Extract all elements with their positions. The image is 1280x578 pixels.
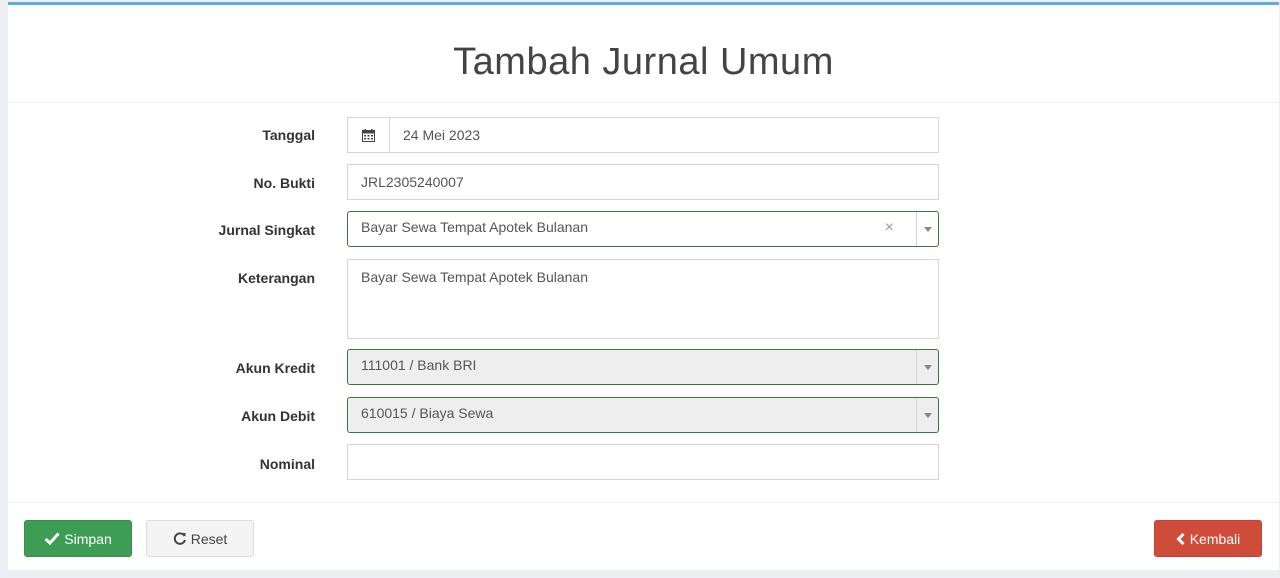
calendar-icon[interactable]	[348, 118, 390, 152]
nominal-label: Nominal	[259, 456, 315, 472]
dropdown-arrow-icon[interactable]	[916, 350, 938, 384]
simpan-label: Simpan	[64, 530, 112, 547]
akun-debit-value: 610015 / Biaya Sewa	[361, 405, 494, 421]
reset-label: Reset	[190, 530, 228, 547]
keterangan-textarea[interactable]: Bayar Sewa Tempat Apotek Bulanan	[347, 259, 939, 339]
page-title: Tambah Jurnal Umum	[453, 41, 834, 83]
jurnal-singkat-label: Jurnal Singkat	[218, 222, 315, 238]
akun-debit-label: Akun Debit	[241, 408, 315, 424]
header-divider	[8, 102, 1279, 103]
footer-divider	[8, 502, 1279, 503]
akun-kredit-select[interactable]: 111001 / Bank BRI	[347, 349, 939, 385]
refresh-icon	[173, 531, 186, 545]
akun-kredit-value: 111001 / Bank BRI	[361, 357, 477, 373]
no-bukti-field[interactable]: JRL2305240007	[347, 164, 939, 200]
nominal-input[interactable]	[347, 444, 939, 480]
dropdown-arrow-icon[interactable]	[916, 398, 938, 432]
tanggal-value: 24 Mei 2023	[403, 127, 481, 143]
jurnal-singkat-select[interactable]: Bayar Sewa Tempat Apotek Bulanan ×	[347, 211, 939, 247]
no-bukti-label: No. Bukti	[253, 175, 315, 191]
check-icon	[44, 532, 60, 545]
tanggal-label: Tanggal	[262, 127, 315, 143]
chevron-left-icon	[1176, 532, 1185, 545]
form-panel: Tambah Jurnal Umum Tanggal 24 Mei 2023 N…	[8, 2, 1279, 570]
kembali-label: Kembali	[1189, 530, 1241, 547]
dropdown-arrow-icon[interactable]	[916, 212, 938, 246]
keterangan-label: Keterangan	[237, 270, 315, 286]
akun-debit-select[interactable]: 610015 / Biaya Sewa	[347, 397, 939, 433]
no-bukti-value: JRL2305240007	[361, 174, 464, 190]
akun-kredit-label: Akun Kredit	[235, 360, 315, 376]
tanggal-field[interactable]: 24 Mei 2023	[347, 117, 939, 153]
kembali-button[interactable]: Kembali	[1154, 520, 1262, 557]
jurnal-singkat-value: Bayar Sewa Tempat Apotek Bulanan	[361, 219, 589, 235]
reset-button[interactable]: Reset	[146, 520, 254, 557]
simpan-button[interactable]: Simpan	[24, 520, 132, 557]
clear-icon[interactable]: ×	[885, 219, 894, 237]
keterangan-value: Bayar Sewa Tempat Apotek Bulanan	[361, 269, 589, 285]
